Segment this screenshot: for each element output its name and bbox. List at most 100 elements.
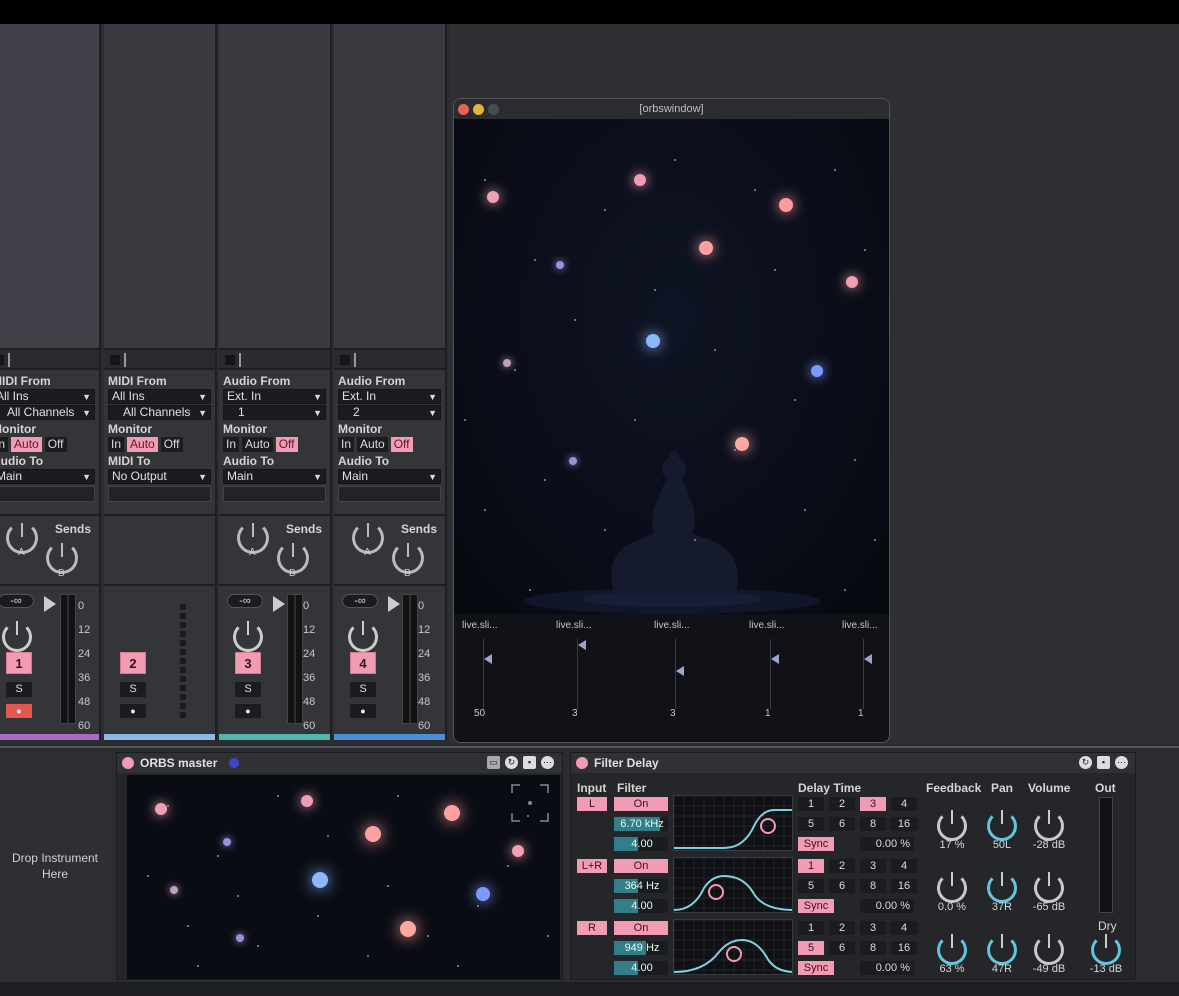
volume-fader[interactable] — [402, 594, 418, 724]
refresh-icon[interactable]: ↻ — [1079, 756, 1092, 769]
delay-time-8-button[interactable]: 8 — [860, 879, 886, 893]
output-channel-field[interactable] — [0, 486, 95, 502]
pan-knob[interactable] — [987, 872, 1017, 903]
minimize-icon[interactable] — [473, 104, 484, 115]
input-source-select[interactable]: All Ins — [108, 389, 211, 404]
monitor-off-button[interactable]: Off — [275, 437, 298, 452]
delay-time-2-button[interactable]: 2 — [829, 859, 855, 873]
pan-knob[interactable] — [2, 621, 32, 652]
input-channel-select[interactable]: All Channels — [108, 405, 211, 420]
solo-button[interactable]: S — [350, 682, 376, 697]
solo-button[interactable]: S — [6, 682, 32, 697]
input-channel-select[interactable]: All Channels — [0, 405, 95, 420]
delay-time-5-button[interactable]: 5 — [798, 817, 824, 831]
slider-thumb-icon[interactable] — [484, 654, 492, 664]
output-select[interactable]: Main — [338, 469, 441, 484]
arm-button[interactable]: ● — [6, 704, 32, 718]
sync-button[interactable]: Sync — [798, 899, 834, 913]
output-channel-field[interactable] — [223, 486, 326, 502]
monitor-in-button[interactable]: In — [0, 437, 9, 452]
delay-time-1-button[interactable]: 1 — [798, 921, 824, 935]
delay-time-16-button[interactable]: 16 — [891, 941, 917, 955]
refresh-icon[interactable]: ↻ — [505, 756, 518, 769]
close-icon[interactable] — [458, 104, 469, 115]
orbs-window[interactable]: [orbswindow] live.sli... 50 live.sli... 3 li… — [453, 98, 890, 743]
monitor-in-button[interactable]: In — [223, 437, 240, 452]
delay-time-2-button[interactable]: 2 — [829, 797, 855, 811]
volume-knob[interactable] — [1034, 810, 1064, 841]
stop-clip-icon[interactable] — [110, 355, 120, 365]
pan-knob[interactable] — [987, 934, 1017, 965]
clip-slots[interactable] — [0, 24, 99, 348]
delay-time-1-button[interactable]: 1 — [798, 859, 824, 873]
slider-track[interactable] — [770, 639, 771, 709]
output-select[interactable]: Main — [0, 469, 95, 484]
orbs-preview[interactable] — [127, 775, 560, 979]
device-power-icon[interactable] — [576, 757, 588, 769]
delay-offset[interactable]: 0.00 % — [860, 899, 914, 913]
track-activator-button[interactable]: 1 — [6, 652, 32, 674]
delay-time-4-button[interactable]: 4 — [891, 921, 917, 935]
volume-knob[interactable] — [1034, 872, 1064, 903]
delay-time-3-button[interactable]: 3 — [860, 921, 886, 935]
delay-time-8-button[interactable]: 8 — [860, 941, 886, 955]
monitor-off-button[interactable]: Off — [44, 437, 67, 452]
delay-time-4-button[interactable]: 4 — [891, 797, 917, 811]
input-channel-select[interactable]: 2 — [338, 405, 441, 420]
filter-curve-graph[interactable] — [673, 857, 793, 913]
slider-thumb-icon[interactable] — [676, 666, 684, 676]
volume-knob[interactable] — [1034, 934, 1064, 965]
more-icon[interactable]: ⋯ — [541, 756, 554, 769]
filter-on-button[interactable]: On — [614, 859, 668, 873]
dry-knob[interactable] — [1091, 934, 1121, 965]
slider-thumb-icon[interactable] — [578, 640, 586, 650]
volume-value[interactable]: -∞ — [227, 594, 263, 608]
output-select[interactable]: Main — [223, 469, 326, 484]
arm-button[interactable]: ● — [235, 704, 261, 718]
filter-on-button[interactable]: On — [614, 921, 668, 935]
delay-time-4-button[interactable]: 4 — [891, 859, 917, 873]
monitor-auto-button[interactable]: Auto — [242, 437, 273, 452]
volume-pointer-icon[interactable] — [388, 596, 400, 612]
pan-knob[interactable] — [233, 621, 263, 652]
sync-button[interactable]: Sync — [798, 837, 834, 851]
track-activator-button[interactable]: 4 — [350, 652, 376, 674]
monitor-in-button[interactable]: In — [338, 437, 355, 452]
clip-slots[interactable] — [104, 24, 215, 348]
orbs-master-device[interactable]: ORBS master ▭ ↻ ▪ ⋯ — [116, 752, 563, 980]
stop-clip-icon[interactable] — [225, 355, 235, 365]
pan-knob[interactable] — [348, 621, 378, 652]
volume-value[interactable]: -∞ — [342, 594, 378, 608]
filter-on-button[interactable]: On — [614, 797, 668, 811]
clip-slots[interactable] — [219, 24, 330, 348]
save-icon[interactable]: ▪ — [1097, 756, 1110, 769]
output-select[interactable]: No Output — [108, 469, 211, 484]
filter-frequency[interactable]: 949 Hz — [614, 941, 668, 955]
pan-knob[interactable] — [987, 810, 1017, 841]
monitor-auto-button[interactable]: Auto — [127, 437, 158, 452]
filter-delay-device[interactable]: Filter Delay ↻ ▪ ⋯ Input Filter Delay Ti… — [570, 752, 1136, 980]
arm-button[interactable]: ● — [350, 704, 376, 718]
fullscreen-icon[interactable] — [510, 783, 550, 823]
filter-q[interactable]: 4.00 — [614, 837, 668, 851]
monitor-in-button[interactable]: In — [108, 437, 125, 452]
slider-track[interactable] — [483, 639, 484, 709]
delay-offset[interactable]: 0.00 % — [860, 961, 914, 975]
delay-time-5-button[interactable]: 5 — [798, 879, 824, 893]
slider-track[interactable] — [863, 639, 864, 709]
delay-time-6-button[interactable]: 6 — [829, 879, 855, 893]
delay-time-5-button[interactable]: 5 — [798, 941, 824, 955]
more-icon[interactable]: ⋯ — [1115, 756, 1128, 769]
track-activator-button[interactable]: 2 — [120, 652, 146, 674]
clip-slots[interactable] — [334, 24, 445, 348]
stop-clip-icon[interactable] — [340, 355, 350, 365]
delay-time-2-button[interactable]: 2 — [829, 921, 855, 935]
drop-instrument-zone[interactable]: Drop Instrument Here — [0, 752, 110, 980]
delay-offset[interactable]: 0.00 % — [860, 837, 914, 851]
input-channel-select[interactable]: 1 — [223, 405, 326, 420]
volume-fader[interactable] — [287, 594, 303, 724]
device-power-icon[interactable] — [122, 757, 134, 769]
delay-time-3-button[interactable]: 3 — [860, 859, 886, 873]
delay-time-16-button[interactable]: 16 — [891, 879, 917, 893]
filter-q[interactable]: 4.00 — [614, 961, 668, 975]
